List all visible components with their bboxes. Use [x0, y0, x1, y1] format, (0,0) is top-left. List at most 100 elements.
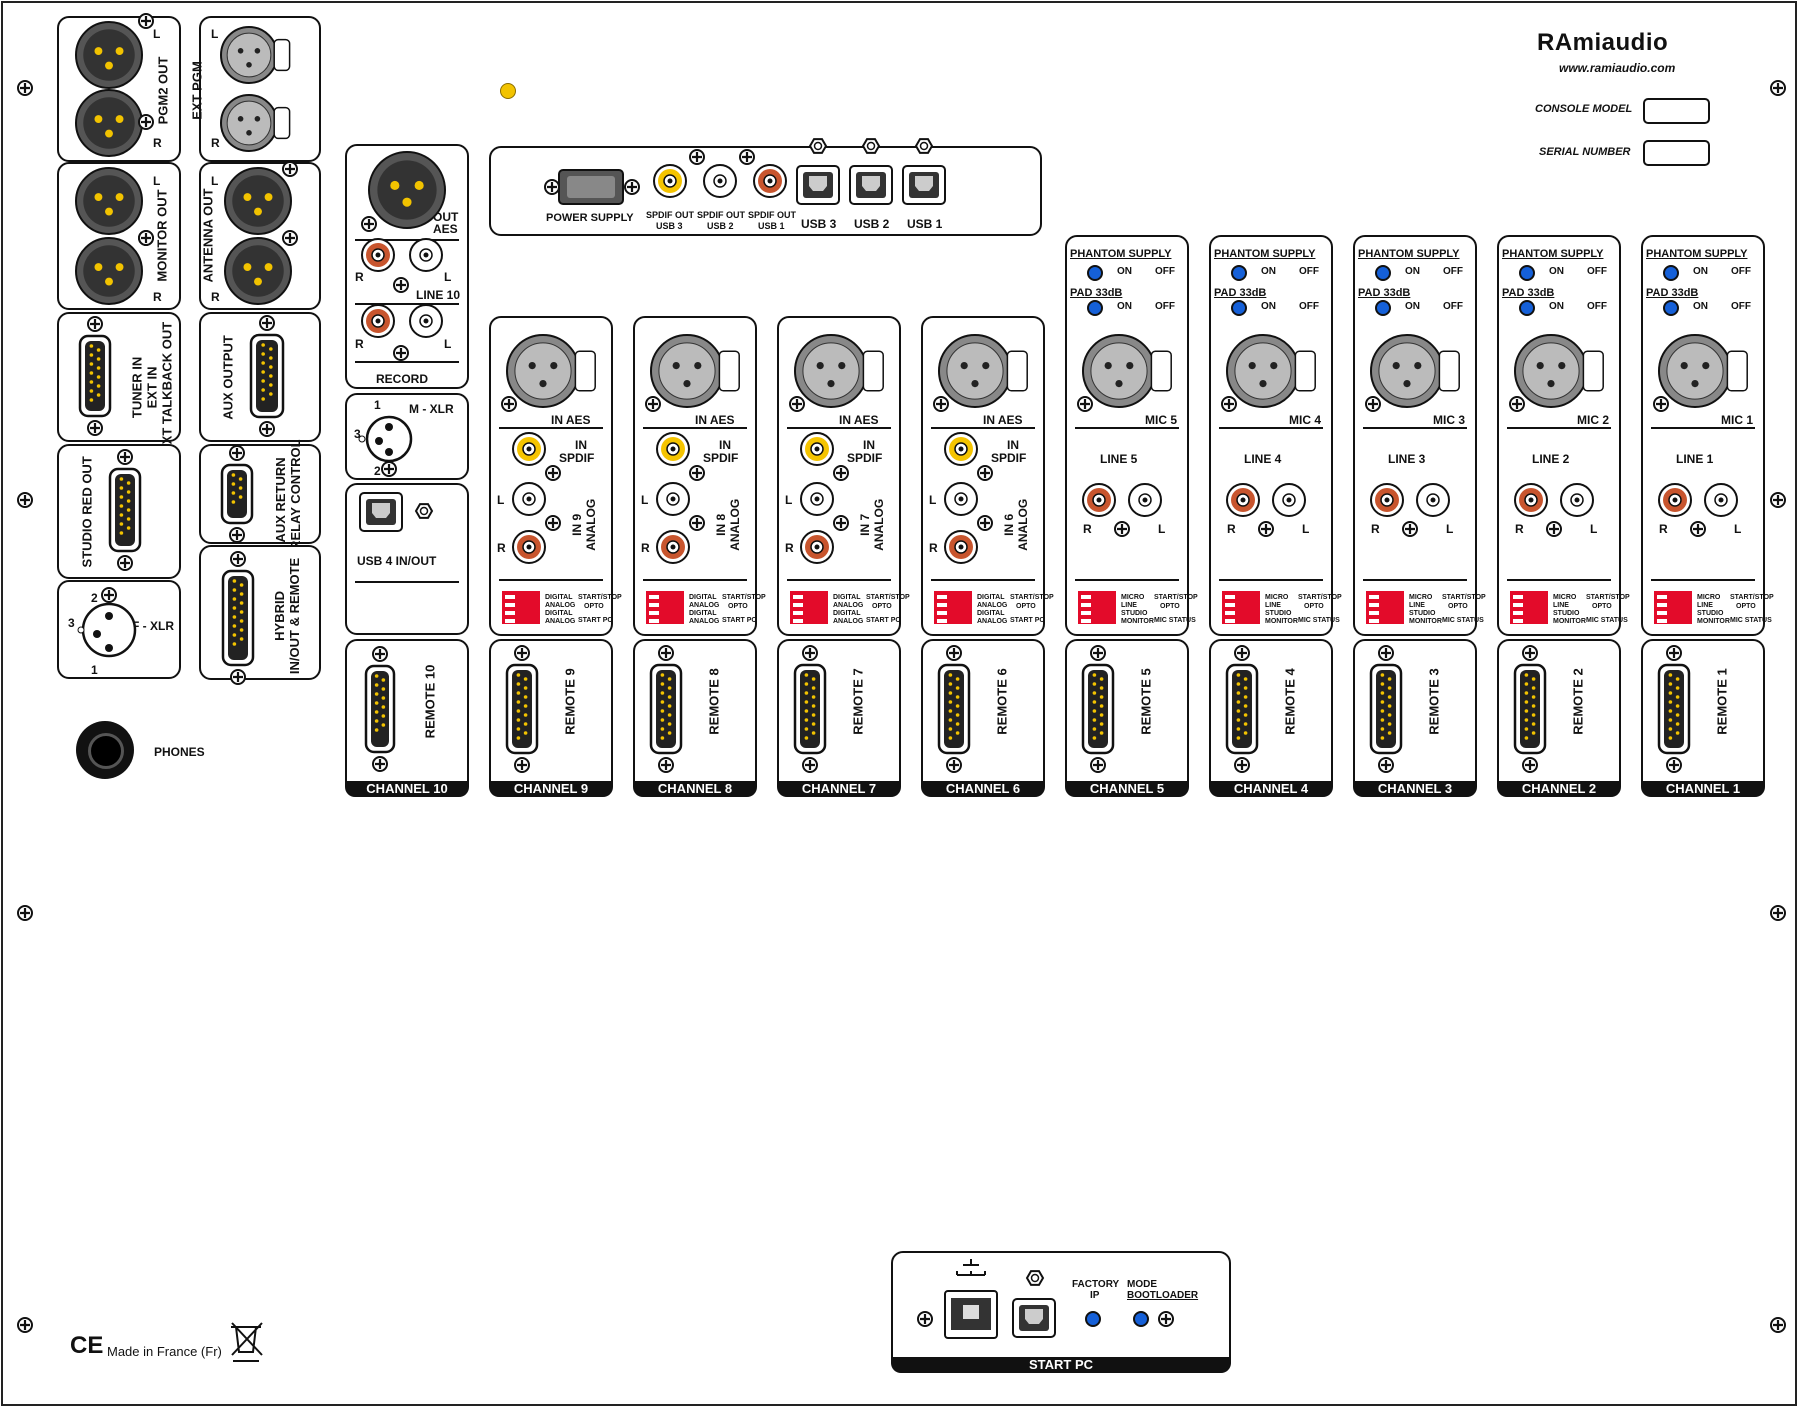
screw-icon	[393, 345, 409, 361]
screw-icon	[689, 149, 705, 165]
screw-icon	[1522, 757, 1538, 773]
screw-icon	[802, 645, 818, 661]
screw-icon	[833, 465, 849, 481]
screw-icon	[282, 230, 298, 246]
switch-led[interactable]	[1087, 300, 1103, 316]
switch-led[interactable]	[1519, 300, 1535, 316]
screw-icon	[1234, 645, 1250, 661]
screw-icon	[1402, 521, 1418, 537]
switch-led[interactable]	[1663, 300, 1679, 316]
screw-icon	[658, 645, 674, 661]
screw-icon	[230, 551, 246, 567]
screw-icon	[1258, 521, 1274, 537]
screw-icon	[17, 80, 33, 96]
switch-led[interactable]	[1087, 265, 1103, 281]
screw-icon	[229, 445, 245, 461]
screw-icon	[624, 179, 640, 195]
screw-icon	[282, 161, 298, 177]
screw-icon	[87, 316, 103, 332]
push-latch[interactable]	[718, 350, 740, 392]
push-latch[interactable]	[1006, 350, 1028, 392]
screw-icon	[138, 13, 154, 29]
screw-icon	[1221, 396, 1237, 412]
push-latch[interactable]	[1150, 350, 1172, 392]
screw-icon	[259, 315, 275, 331]
screw-icon	[1158, 1311, 1174, 1327]
switch-led[interactable]	[1085, 1311, 1101, 1327]
screw-icon	[514, 645, 530, 661]
screw-icon	[946, 645, 962, 661]
screw-icon	[1234, 757, 1250, 773]
rear-panel: RAmiaudio www.ramiaudio.com CONSOLE MODE…	[1, 1, 1797, 1406]
push-latch[interactable]	[1726, 350, 1748, 392]
screw-icon	[259, 421, 275, 437]
screw-icon	[1653, 396, 1669, 412]
screw-icon	[1666, 757, 1682, 773]
screw-icon	[1770, 1317, 1786, 1333]
screw-icon	[17, 492, 33, 508]
screw-icon	[1114, 521, 1130, 537]
screw-icon	[17, 905, 33, 921]
screw-icon	[545, 515, 561, 531]
screw-icon	[1509, 396, 1525, 412]
connector-art	[17, 13, 1786, 1362]
screw-icon	[372, 646, 388, 662]
screw-icon	[514, 757, 530, 773]
screw-icon	[545, 465, 561, 481]
switch-led[interactable]	[1231, 265, 1247, 281]
network-icon	[956, 1259, 986, 1276]
screw-icon	[1690, 521, 1706, 537]
screw-icon	[381, 461, 397, 477]
screw-icon	[393, 277, 409, 293]
switch-led[interactable]	[1375, 265, 1391, 281]
switch-led[interactable]	[1519, 265, 1535, 281]
screw-icon	[946, 757, 962, 773]
screw-icon	[1546, 521, 1562, 537]
screw-icon	[739, 149, 755, 165]
screw-icon	[977, 465, 993, 481]
weee-icon	[231, 1322, 263, 1362]
screw-icon	[501, 396, 517, 412]
screw-icon	[689, 465, 705, 481]
screw-icon	[1090, 645, 1106, 661]
screw-icon	[933, 396, 949, 412]
screw-icon	[1077, 396, 1093, 412]
screw-icon	[1378, 645, 1394, 661]
screw-icon	[1090, 757, 1106, 773]
screw-icon	[101, 587, 117, 603]
push-latch[interactable]	[1582, 350, 1604, 392]
push-latch[interactable]	[1294, 350, 1316, 392]
screw-icon	[87, 420, 103, 436]
switch-led[interactable]	[1375, 300, 1391, 316]
screw-icon	[917, 1311, 933, 1327]
push-latch[interactable]	[574, 350, 596, 392]
push-latch[interactable]	[1438, 350, 1460, 392]
screw-icon	[802, 757, 818, 773]
screw-icon	[1770, 80, 1786, 96]
switch-led[interactable]	[1663, 265, 1679, 281]
screw-icon	[645, 396, 661, 412]
screw-icon	[1666, 645, 1682, 661]
screw-icon	[689, 515, 705, 531]
screw-icon	[789, 396, 805, 412]
push-latch[interactable]	[273, 38, 291, 72]
screw-icon	[138, 230, 154, 246]
screw-icon	[1378, 757, 1394, 773]
screw-icon	[1770, 492, 1786, 508]
screw-icon	[361, 216, 377, 232]
screw-icon	[117, 449, 133, 465]
screw-icon	[544, 179, 560, 195]
screw-icon	[977, 515, 993, 531]
screw-icon	[1770, 905, 1786, 921]
screw-icon	[229, 527, 245, 543]
screw-icon	[658, 757, 674, 773]
screw-icon	[372, 756, 388, 772]
screw-icon	[117, 555, 133, 571]
push-latch[interactable]	[862, 350, 884, 392]
screw-icon	[230, 669, 246, 685]
switch-led[interactable]	[1133, 1311, 1149, 1327]
screw-icon	[138, 114, 154, 130]
switch-led[interactable]	[1231, 300, 1247, 316]
push-latch[interactable]	[273, 106, 291, 140]
screw-icon	[1522, 645, 1538, 661]
